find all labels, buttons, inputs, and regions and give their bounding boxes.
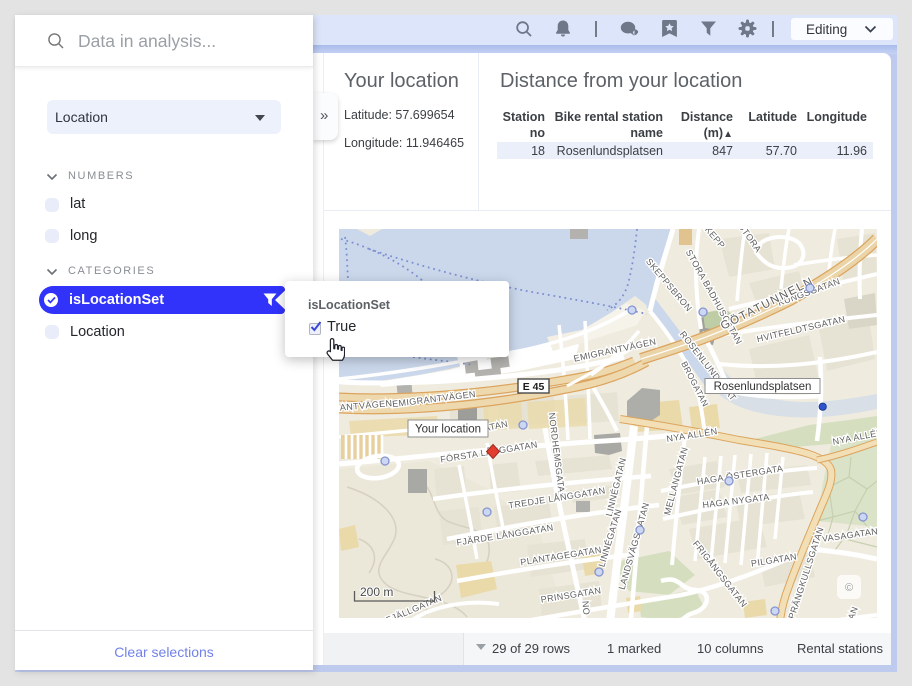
- svg-text:NO: NO: [580, 600, 591, 615]
- svg-text:©: ©: [845, 582, 853, 594]
- svg-text:E 45: E 45: [523, 381, 545, 393]
- svg-text:Your location: Your location: [415, 424, 481, 436]
- svg-text:200 m: 200 m: [360, 585, 393, 599]
- svg-text:Rosenlundsplatsen: Rosenlundsplatsen: [714, 381, 812, 393]
